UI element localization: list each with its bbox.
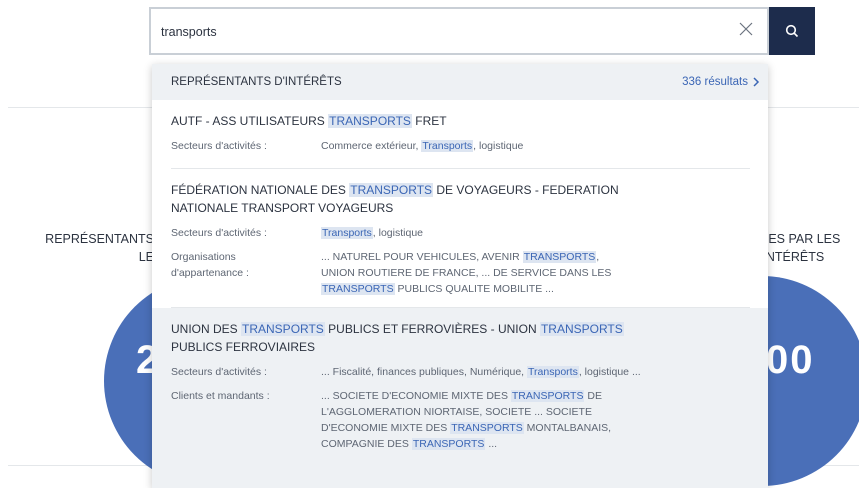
field-value: Transports, logistique bbox=[321, 227, 423, 239]
match-highlight: TRANSPORTS bbox=[411, 438, 486, 450]
result-field-row: Secteurs d'activités : Transports, logis… bbox=[171, 225, 750, 241]
results-category-header: REPRÉSENTANTS D'INTÉRÊTS 336 résultats bbox=[152, 64, 768, 100]
search-icon bbox=[785, 24, 799, 38]
match-highlight: TRANSPORTS bbox=[328, 114, 412, 128]
match-highlight: TRANSPORTS bbox=[241, 322, 325, 336]
result-item-1[interactable]: AUTF - ASS UTILISATEURS TRANSPORTS FRET … bbox=[152, 100, 768, 169]
result-field-row: Organisations d'appartenance : ... NATUR… bbox=[171, 249, 750, 297]
result-item-2[interactable]: FÉDÉRATION NATIONALE DES TRANSPORTS DE V… bbox=[152, 169, 768, 308]
match-highlight: TRANSPORTS bbox=[349, 183, 434, 197]
chevron-right-icon bbox=[753, 77, 760, 87]
result-field-row: Secteurs d'activités : Commerce extérieu… bbox=[171, 138, 750, 154]
match-highlight: Transports bbox=[421, 140, 474, 152]
result-title: AUTF - ASS UTILISATEURS TRANSPORTS FRET bbox=[171, 114, 447, 128]
result-field-row: Secteurs d'activités : ... Fiscalité, fi… bbox=[171, 364, 750, 380]
result-title: FÉDÉRATION NATIONALE DES TRANSPORTS DE V… bbox=[171, 183, 619, 215]
search-box bbox=[149, 7, 769, 55]
results-count: 336 résultats bbox=[682, 76, 748, 88]
search-button[interactable] bbox=[769, 7, 815, 55]
field-label: Organisations d'appartenance : bbox=[171, 251, 249, 279]
field-value: ... SOCIETE D'ECONOMIE MIXTE DES TRANSPO… bbox=[321, 390, 612, 450]
match-highlight: TRANSPORTS bbox=[450, 422, 524, 434]
field-value: ... Fiscalité, finances publiques, Numér… bbox=[321, 366, 641, 378]
results-count-link[interactable]: 336 résultats bbox=[682, 76, 760, 88]
field-value: Commerce extérieur, Transports, logistiq… bbox=[321, 140, 524, 152]
match-highlight: TRANSPORTS bbox=[539, 322, 624, 336]
field-label: Clients et mandants : bbox=[171, 390, 270, 402]
stat-number-right: 00 bbox=[766, 338, 815, 382]
close-icon[interactable] bbox=[738, 21, 758, 41]
field-label: Secteurs d'activités : bbox=[171, 366, 267, 378]
field-label: Secteurs d'activités : bbox=[171, 227, 267, 239]
match-highlight: Transports bbox=[321, 227, 373, 239]
match-highlight: TRANSPORTS bbox=[522, 251, 597, 263]
result-item-3[interactable]: UNION DES TRANSPORTS PUBLICS ET FERROVIÈ… bbox=[152, 308, 768, 488]
stat-label-right: ÉES PAR LES 'INTÉRÊTS bbox=[760, 232, 841, 264]
search-input[interactable] bbox=[161, 21, 721, 43]
field-value: ... NATUREL POUR VEHICULES, AVENIR TRANS… bbox=[321, 251, 612, 295]
match-highlight: TRANSPORTS bbox=[510, 390, 585, 402]
field-label: Secteurs d'activités : bbox=[171, 140, 267, 152]
search-results-dropdown: REPRÉSENTANTS D'INTÉRÊTS 336 résultats A… bbox=[152, 64, 768, 488]
stat-label-left: REPRÉSENTANTS LE bbox=[45, 232, 154, 264]
result-field-row: Clients et mandants : ... SOCIETE D'ECON… bbox=[171, 388, 750, 452]
results-category-title: REPRÉSENTANTS D'INTÉRÊTS bbox=[171, 76, 342, 88]
match-highlight: TRANSPORTS bbox=[321, 283, 395, 295]
match-highlight: Transports bbox=[527, 366, 579, 378]
result-title: UNION DES TRANSPORTS PUBLICS ET FERROVIÈ… bbox=[171, 322, 624, 354]
